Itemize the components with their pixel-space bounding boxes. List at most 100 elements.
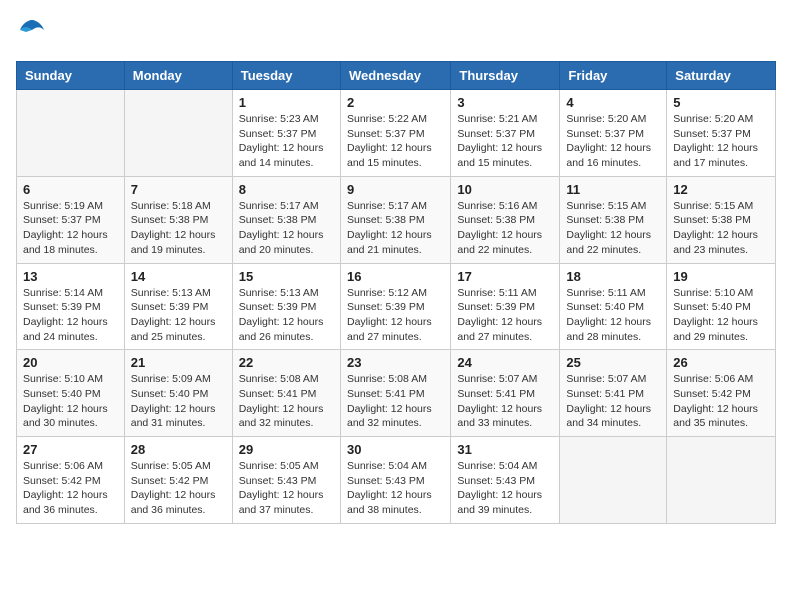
- day-info: Sunrise: 5:13 AM Sunset: 5:39 PM Dayligh…: [131, 286, 226, 345]
- day-number: 12: [673, 182, 769, 197]
- day-info: Sunrise: 5:06 AM Sunset: 5:42 PM Dayligh…: [673, 372, 769, 431]
- logo: [16, 16, 46, 49]
- day-number: 23: [347, 355, 444, 370]
- day-number: 5: [673, 95, 769, 110]
- calendar-cell: 26 Sunrise: 5:06 AM Sunset: 5:42 PM Dayli…: [667, 350, 776, 437]
- day-info: Sunrise: 5:09 AM Sunset: 5:40 PM Dayligh…: [131, 372, 226, 431]
- day-number: 31: [457, 442, 553, 457]
- calendar-week-row: 27Sunrise: 5:06 AM Sunset: 5:42 PM Dayli…: [17, 437, 776, 524]
- calendar-cell: 4Sunrise: 5:20 AM Sunset: 5:37 PM Daylig…: [560, 90, 667, 177]
- day-info: Sunrise: 5:15 AM Sunset: 5:38 PM Dayligh…: [566, 199, 660, 258]
- calendar-cell: 23 Sunrise: 5:08 AM Sunset: 5:41 PM Dayli…: [340, 350, 450, 437]
- calendar-cell: 1 Sunrise: 5:23 AM Sunset: 5:37 PM Daylig…: [232, 90, 340, 177]
- day-info: Sunrise: 5:16 AM Sunset: 5:38 PM Dayligh…: [457, 199, 553, 258]
- calendar-cell: 25Sunrise: 5:07 AM Sunset: 5:41 PM Dayli…: [560, 350, 667, 437]
- day-number: 14: [131, 269, 226, 284]
- calendar-cell: 10 Sunrise: 5:16 AM Sunset: 5:38 PM Dayli…: [451, 176, 560, 263]
- calendar-cell: 14 Sunrise: 5:13 AM Sunset: 5:39 PM Dayli…: [124, 263, 232, 350]
- day-info: Sunrise: 5:11 AM Sunset: 5:39 PM Dayligh…: [457, 286, 553, 345]
- calendar-cell: 6 Sunrise: 5:19 AM Sunset: 5:37 PM Daylig…: [17, 176, 125, 263]
- day-number: 24: [457, 355, 553, 370]
- calendar-cell: 7 Sunrise: 5:18 AM Sunset: 5:38 PM Daylig…: [124, 176, 232, 263]
- calendar-week-row: 13Sunrise: 5:14 AM Sunset: 5:39 PM Dayli…: [17, 263, 776, 350]
- day-number: 29: [239, 442, 334, 457]
- day-number: 28: [131, 442, 226, 457]
- day-number: 22: [239, 355, 334, 370]
- day-number: 19: [673, 269, 769, 284]
- calendar-cell: [17, 90, 125, 177]
- calendar-cell: 30 Sunrise: 5:04 AM Sunset: 5:43 PM Dayli…: [340, 437, 450, 524]
- day-of-week-header: Sunday: [17, 62, 125, 90]
- day-info: Sunrise: 5:08 AM Sunset: 5:41 PM Dayligh…: [347, 372, 444, 431]
- calendar-cell: [560, 437, 667, 524]
- day-info: Sunrise: 5:19 AM Sunset: 5:37 PM Dayligh…: [23, 199, 118, 258]
- day-info: Sunrise: 5:15 AM Sunset: 5:38 PM Dayligh…: [673, 199, 769, 258]
- calendar-header-row: SundayMondayTuesdayWednesdayThursdayFrid…: [17, 62, 776, 90]
- calendar-cell: 12 Sunrise: 5:15 AM Sunset: 5:38 PM Dayli…: [667, 176, 776, 263]
- day-info: Sunrise: 5:22 AM Sunset: 5:37 PM Dayligh…: [347, 112, 444, 171]
- day-info: Sunrise: 5:05 AM Sunset: 5:42 PM Dayligh…: [131, 459, 226, 518]
- day-info: Sunrise: 5:08 AM Sunset: 5:41 PM Dayligh…: [239, 372, 334, 431]
- day-number: 17: [457, 269, 553, 284]
- calendar-cell: 29 Sunrise: 5:05 AM Sunset: 5:43 PM Dayli…: [232, 437, 340, 524]
- day-info: Sunrise: 5:23 AM Sunset: 5:37 PM Dayligh…: [239, 112, 334, 171]
- calendar-cell: 16Sunrise: 5:12 AM Sunset: 5:39 PM Dayli…: [340, 263, 450, 350]
- day-of-week-header: Tuesday: [232, 62, 340, 90]
- day-number: 7: [131, 182, 226, 197]
- day-info: Sunrise: 5:10 AM Sunset: 5:40 PM Dayligh…: [673, 286, 769, 345]
- calendar-cell: 28 Sunrise: 5:05 AM Sunset: 5:42 PM Dayli…: [124, 437, 232, 524]
- day-of-week-header: Saturday: [667, 62, 776, 90]
- calendar-cell: 24 Sunrise: 5:07 AM Sunset: 5:41 PM Dayli…: [451, 350, 560, 437]
- calendar-cell: [124, 90, 232, 177]
- day-info: Sunrise: 5:21 AM Sunset: 5:37 PM Dayligh…: [457, 112, 553, 171]
- day-number: 16: [347, 269, 444, 284]
- day-info: Sunrise: 5:07 AM Sunset: 5:41 PM Dayligh…: [457, 372, 553, 431]
- day-info: Sunrise: 5:13 AM Sunset: 5:39 PM Dayligh…: [239, 286, 334, 345]
- calendar-week-row: 6 Sunrise: 5:19 AM Sunset: 5:37 PM Daylig…: [17, 176, 776, 263]
- day-of-week-header: Friday: [560, 62, 667, 90]
- day-info: Sunrise: 5:17 AM Sunset: 5:38 PM Dayligh…: [239, 199, 334, 258]
- day-info: Sunrise: 5:11 AM Sunset: 5:40 PM Dayligh…: [566, 286, 660, 345]
- calendar-cell: 27Sunrise: 5:06 AM Sunset: 5:42 PM Dayli…: [17, 437, 125, 524]
- day-of-week-header: Monday: [124, 62, 232, 90]
- calendar-cell: 22 Sunrise: 5:08 AM Sunset: 5:41 PM Dayli…: [232, 350, 340, 437]
- day-number: 3: [457, 95, 553, 110]
- day-info: Sunrise: 5:18 AM Sunset: 5:38 PM Dayligh…: [131, 199, 226, 258]
- calendar-cell: 13Sunrise: 5:14 AM Sunset: 5:39 PM Dayli…: [17, 263, 125, 350]
- day-number: 6: [23, 182, 118, 197]
- day-info: Sunrise: 5:20 AM Sunset: 5:37 PM Dayligh…: [673, 112, 769, 171]
- calendar-cell: 15 Sunrise: 5:13 AM Sunset: 5:39 PM Dayli…: [232, 263, 340, 350]
- calendar-cell: 18 Sunrise: 5:11 AM Sunset: 5:40 PM Dayli…: [560, 263, 667, 350]
- day-number: 9: [347, 182, 444, 197]
- calendar-cell: 9Sunrise: 5:17 AM Sunset: 5:38 PM Daylig…: [340, 176, 450, 263]
- calendar-cell: 20 Sunrise: 5:10 AM Sunset: 5:40 PM Dayli…: [17, 350, 125, 437]
- day-number: 27: [23, 442, 118, 457]
- day-number: 10: [457, 182, 553, 197]
- day-number: 25: [566, 355, 660, 370]
- day-number: 1: [239, 95, 334, 110]
- calendar-cell: 21 Sunrise: 5:09 AM Sunset: 5:40 PM Dayli…: [124, 350, 232, 437]
- day-number: 26: [673, 355, 769, 370]
- logo-bird-icon: [18, 16, 46, 44]
- calendar-week-row: 1 Sunrise: 5:23 AM Sunset: 5:37 PM Daylig…: [17, 90, 776, 177]
- day-info: Sunrise: 5:04 AM Sunset: 5:43 PM Dayligh…: [457, 459, 553, 518]
- calendar-table: SundayMondayTuesdayWednesdayThursdayFrid…: [16, 61, 776, 524]
- day-number: 11: [566, 182, 660, 197]
- calendar-cell: 3 Sunrise: 5:21 AM Sunset: 5:37 PM Daylig…: [451, 90, 560, 177]
- calendar-cell: 5 Sunrise: 5:20 AM Sunset: 5:37 PM Daylig…: [667, 90, 776, 177]
- page-header: [16, 16, 776, 49]
- day-number: 21: [131, 355, 226, 370]
- day-of-week-header: Thursday: [451, 62, 560, 90]
- calendar-week-row: 20 Sunrise: 5:10 AM Sunset: 5:40 PM Dayli…: [17, 350, 776, 437]
- day-number: 2: [347, 95, 444, 110]
- calendar-cell: [667, 437, 776, 524]
- day-number: 18: [566, 269, 660, 284]
- day-info: Sunrise: 5:04 AM Sunset: 5:43 PM Dayligh…: [347, 459, 444, 518]
- day-info: Sunrise: 5:05 AM Sunset: 5:43 PM Dayligh…: [239, 459, 334, 518]
- day-number: 8: [239, 182, 334, 197]
- calendar-cell: 2 Sunrise: 5:22 AM Sunset: 5:37 PM Daylig…: [340, 90, 450, 177]
- day-info: Sunrise: 5:10 AM Sunset: 5:40 PM Dayligh…: [23, 372, 118, 431]
- day-number: 15: [239, 269, 334, 284]
- day-number: 20: [23, 355, 118, 370]
- day-number: 30: [347, 442, 444, 457]
